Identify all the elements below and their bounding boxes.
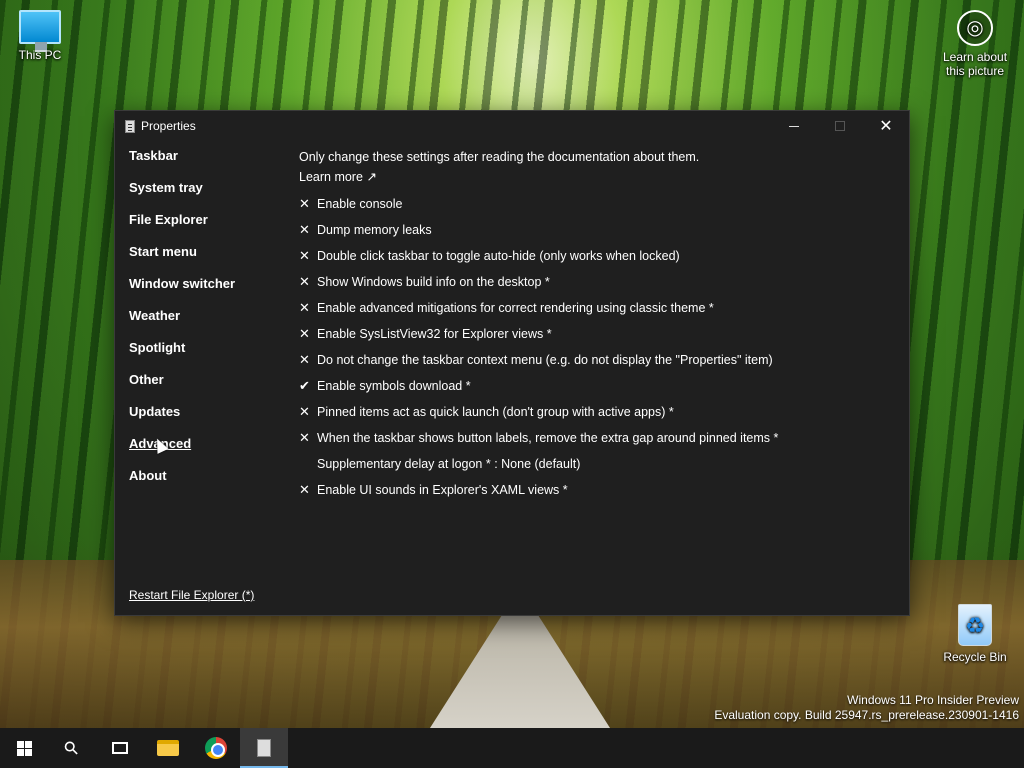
option-label: Enable symbols download * xyxy=(317,379,471,393)
option-label: When the taskbar shows button labels, re… xyxy=(317,431,779,445)
desktop-icon-label: Learn about this picture xyxy=(942,50,1008,78)
properties-window: Properties ✕ Taskbar System tray File Ex… xyxy=(114,110,910,616)
close-button[interactable]: ✕ xyxy=(863,111,909,141)
windows-logo-icon xyxy=(16,740,32,756)
option-label: Do not change the taskbar context menu (… xyxy=(317,353,773,367)
chrome-icon xyxy=(205,737,227,759)
close-icon: ✕ xyxy=(879,118,893,135)
sidebar-item-start-menu[interactable]: Start menu xyxy=(129,243,279,275)
build-watermark: Windows 11 Pro Insider Preview Evaluatio… xyxy=(714,693,1019,723)
disabled-x-icon: ✕ xyxy=(299,248,310,263)
option-enable-console[interactable]: ✕ Enable console xyxy=(299,191,899,217)
sidebar-item-file-explorer[interactable]: File Explorer xyxy=(129,211,279,243)
option-label: Enable SysListView32 for Explorer views … xyxy=(317,327,552,341)
option-symbols-download[interactable]: ✔ Enable symbols download * xyxy=(299,373,899,399)
option-label: Enable advanced mitigations for correct … xyxy=(317,301,714,315)
sidebar-item-updates[interactable]: Updates xyxy=(129,403,279,435)
option-label: Supplementary delay at logon * : None (d… xyxy=(317,457,581,471)
maximize-icon xyxy=(835,121,845,131)
properties-taskbar-button[interactable] xyxy=(240,728,288,768)
option-dump-memory-leaks[interactable]: ✕ Dump memory leaks xyxy=(299,217,899,243)
sidebar-item-spotlight[interactable]: Spotlight xyxy=(129,339,279,371)
restart-file-explorer-link[interactable]: Restart File Explorer (*) xyxy=(129,588,254,602)
disabled-x-icon: ✕ xyxy=(299,482,310,497)
option-label: Show Windows build info on the desktop * xyxy=(317,275,550,289)
task-view-icon xyxy=(112,742,128,754)
watermark-line-2: Evaluation copy. Build 25947.rs_prerelea… xyxy=(714,708,1019,722)
option-double-click-autohide[interactable]: ✕ Double click taskbar to toggle auto-hi… xyxy=(299,243,899,269)
disabled-x-icon: ✕ xyxy=(299,222,310,237)
sidebar-item-other[interactable]: Other xyxy=(129,371,279,403)
window-controls: ✕ xyxy=(771,111,909,141)
option-label: Dump memory leaks xyxy=(317,223,432,237)
monitor-icon xyxy=(19,10,61,52)
disabled-x-icon: ✕ xyxy=(299,196,310,211)
minimize-button[interactable] xyxy=(771,111,817,141)
search-button[interactable]: ⚲ xyxy=(48,728,96,768)
settings-content: Only change these settings after reading… xyxy=(299,147,899,503)
intro-text: Only change these settings after reading… xyxy=(299,150,700,164)
option-syslistview32[interactable]: ✕ Enable SysListView32 for Explorer view… xyxy=(299,321,899,347)
window-titlebar[interactable]: Properties ✕ xyxy=(115,111,909,141)
option-remove-pinned-gap[interactable]: ✕ When the taskbar shows button labels, … xyxy=(299,425,899,451)
sidebar-item-weather[interactable]: Weather xyxy=(129,307,279,339)
task-view-button[interactable] xyxy=(96,728,144,768)
sidebar-item-system-tray[interactable]: System tray xyxy=(129,179,279,211)
taskbar: ⚲ xyxy=(0,728,1024,768)
folder-icon xyxy=(157,740,179,756)
option-show-build-info[interactable]: ✕ Show Windows build info on the desktop… xyxy=(299,269,899,295)
option-xaml-ui-sounds[interactable]: ✕ Enable UI sounds in Explorer's XAML vi… xyxy=(299,477,899,503)
sidebar-item-taskbar[interactable]: Taskbar xyxy=(129,147,279,179)
disabled-x-icon: ✕ xyxy=(299,430,310,445)
option-logon-delay[interactable]: Supplementary delay at logon * : None (d… xyxy=(299,451,899,477)
desktop-icon-learn-about-picture[interactable]: ◎ Learn about this picture xyxy=(935,10,1015,78)
option-label: Enable UI sounds in Explorer's XAML view… xyxy=(317,483,568,497)
sidebar: Taskbar System tray File Explorer Start … xyxy=(129,147,279,499)
search-icon: ⚲ xyxy=(59,735,84,760)
option-label: Double click taskbar to toggle auto-hide… xyxy=(317,249,680,263)
option-advanced-mitigations[interactable]: ✕ Enable advanced mitigations for correc… xyxy=(299,295,899,321)
chrome-button[interactable] xyxy=(192,728,240,768)
file-explorer-button[interactable] xyxy=(144,728,192,768)
window-title: Properties xyxy=(141,119,196,133)
camera-icon: ◎ xyxy=(957,10,993,46)
minimize-icon xyxy=(789,125,799,127)
maximize-button[interactable] xyxy=(817,111,863,141)
watermark-line-1: Windows 11 Pro Insider Preview xyxy=(847,693,1019,707)
recycle-bin-icon: ♻ xyxy=(958,604,992,646)
app-icon xyxy=(125,119,135,133)
option-pinned-quick-launch[interactable]: ✕ Pinned items act as quick launch (don'… xyxy=(299,399,899,425)
learn-more-link[interactable]: Learn more ↗ xyxy=(299,167,899,187)
disabled-x-icon: ✕ xyxy=(299,326,310,341)
sidebar-item-window-switcher[interactable]: Window switcher xyxy=(129,275,279,307)
desktop-icon-recycle-bin[interactable]: ♻ Recycle Bin xyxy=(935,604,1015,664)
option-label: Enable console xyxy=(317,197,403,211)
desktop-icon-label: Recycle Bin xyxy=(943,650,1007,664)
disabled-x-icon: ✕ xyxy=(299,352,310,367)
desktop-icon-this-pc[interactable]: This PC xyxy=(0,10,80,62)
disabled-x-icon: ✕ xyxy=(299,300,310,315)
disabled-x-icon: ✕ xyxy=(299,274,310,289)
sidebar-item-about[interactable]: About xyxy=(129,467,279,499)
enabled-check-icon: ✔ xyxy=(299,378,310,393)
option-taskbar-context-menu[interactable]: ✕ Do not change the taskbar context menu… xyxy=(299,347,899,373)
properties-app-icon xyxy=(257,739,271,757)
start-button[interactable] xyxy=(0,728,48,768)
option-label: Pinned items act as quick launch (don't … xyxy=(317,405,674,419)
disabled-x-icon: ✕ xyxy=(299,404,310,419)
